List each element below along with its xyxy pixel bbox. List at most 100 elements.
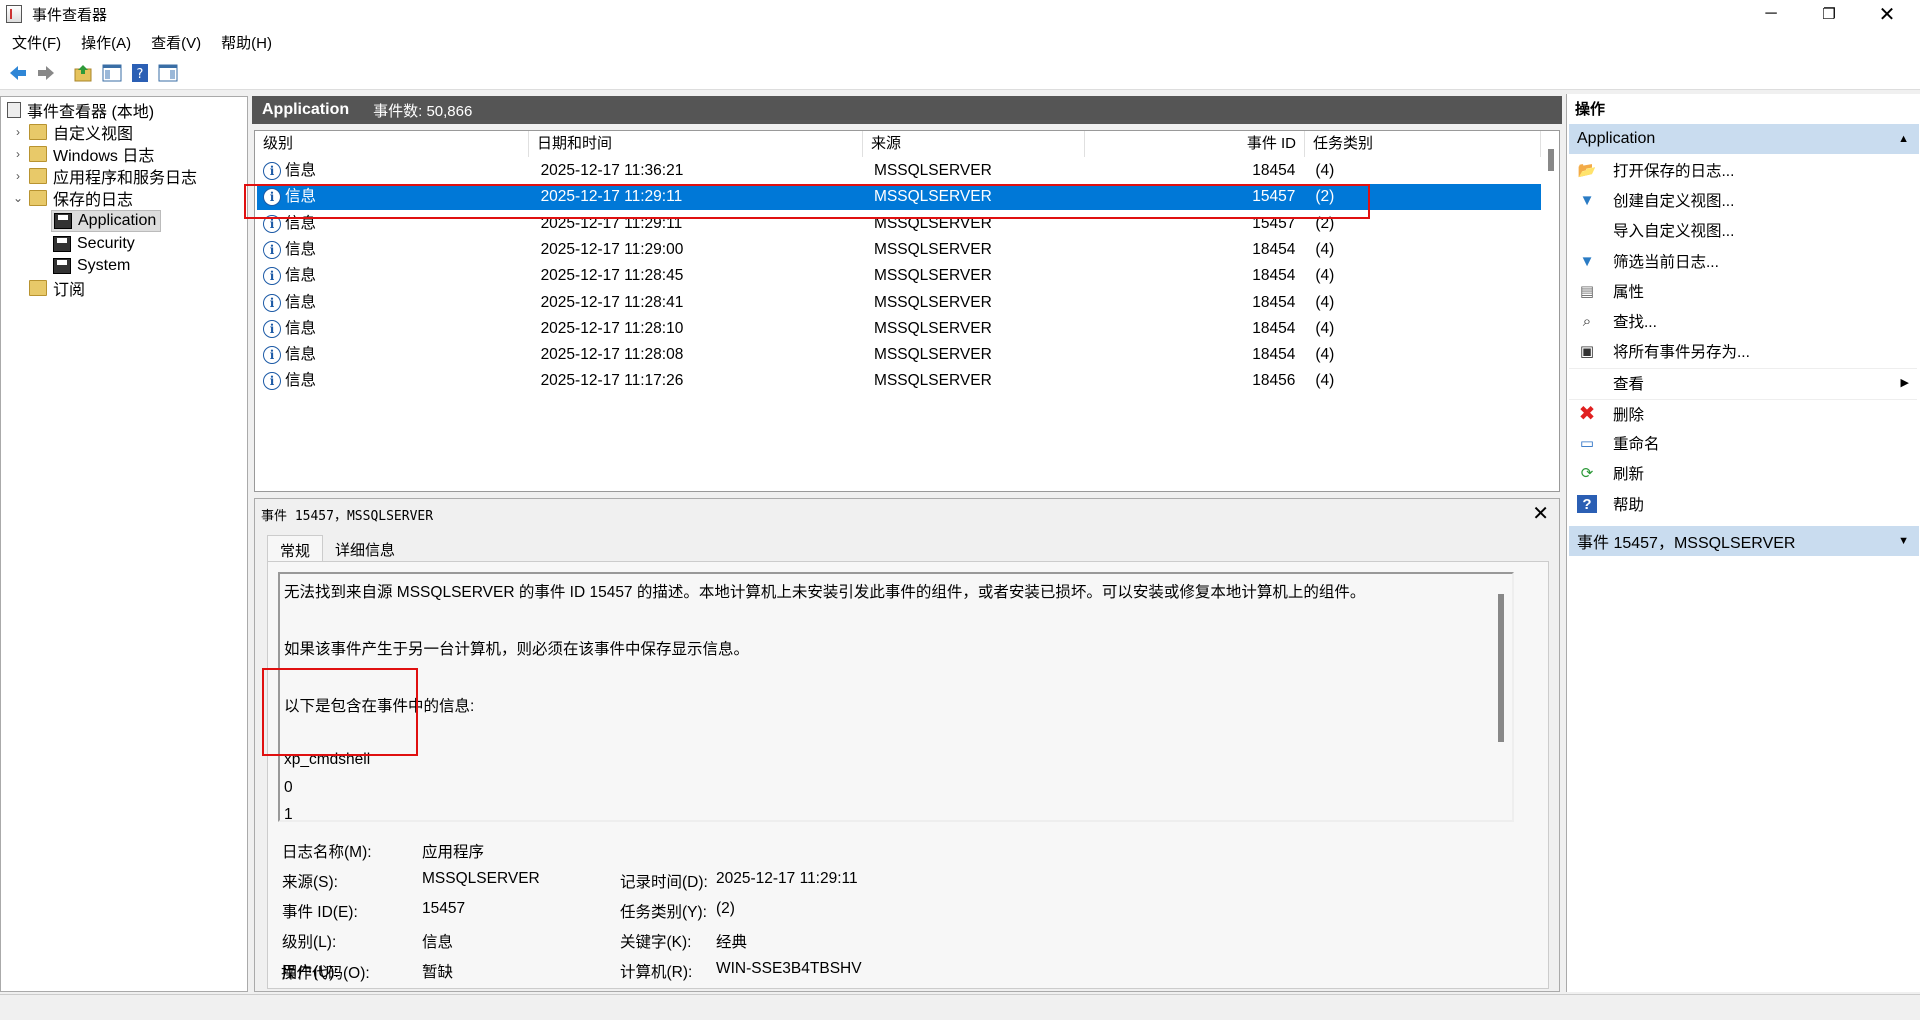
chevron-down-icon[interactable]: ⌄ <box>11 191 25 205</box>
info-icon: i <box>263 214 281 233</box>
column-task-category[interactable]: 任务类别 <box>1305 131 1541 157</box>
action-item[interactable]: ▭ 重命名 <box>1569 429 1917 457</box>
info-icon: i <box>263 188 281 207</box>
forward-icon <box>38 65 54 80</box>
tree-item-application[interactable]: Application <box>51 210 162 232</box>
chevron-down-icon[interactable]: ▼ <box>1898 535 1909 547</box>
chevron-right-icon[interactable]: › <box>11 147 25 161</box>
minimize-button[interactable]: ─ <box>1742 0 1800 28</box>
action-item[interactable]: ✖ 删除 <box>1569 399 1917 427</box>
menu-view[interactable]: 查看(V) <box>151 32 201 53</box>
show-hide-action-button[interactable] <box>156 61 180 85</box>
action-item[interactable]: ▣ 将所有事件另存为... <box>1569 337 1917 365</box>
close-detail-button[interactable]: ✕ <box>1532 501 1549 526</box>
description-scrollbar[interactable] <box>1498 594 1504 742</box>
event-detail-title: 事件 15457，MSSQLSERVER <box>261 509 434 524</box>
table-row[interactable]: i 信息 2025-12-17 11:28:10 MSSQLSERVER 18454 (4… <box>257 316 1541 342</box>
table-row[interactable]: i 信息 2025-12-17 11:28:41 MSSQLSERVER 18454 (4… <box>257 290 1541 316</box>
log-file-icon <box>53 236 71 252</box>
back-button[interactable] <box>6 61 30 85</box>
cell-datetime: 2025-12-17 11:28:41 <box>540 293 684 311</box>
event-viewer-icon <box>7 102 21 118</box>
close-button[interactable]: ✕ <box>1858 0 1916 28</box>
event-list-scrollbar[interactable] <box>1547 141 1555 491</box>
column-level[interactable]: 级别 <box>255 131 529 157</box>
keywords-label: 关键字(K): <box>620 934 692 951</box>
column-datetime[interactable]: 日期和时间 <box>529 131 863 157</box>
tree-item-subscriptions[interactable]: 订阅 <box>25 277 85 299</box>
action-item[interactable]: 📂 打开保存的日志... <box>1569 156 1917 184</box>
folder-up-button[interactable] <box>72 61 96 85</box>
subscription-icon <box>29 280 47 296</box>
menu-action[interactable]: 操作(A) <box>81 32 131 53</box>
svg-text:?: ? <box>137 67 144 82</box>
scrollbar-thumb[interactable] <box>1548 149 1554 171</box>
action-item[interactable]: ▼ 筛选当前日志... <box>1569 247 1917 275</box>
column-source[interactable]: 来源 <box>863 131 1085 157</box>
level-text: 信息 <box>285 267 317 285</box>
event-description[interactable]: 无法找到来自源 MSSQLSERVER 的事件 ID 15457 的描述。本地计… <box>278 572 1514 823</box>
action-item[interactable]: ⌕ 查找... <box>1569 307 1917 335</box>
table-row[interactable]: i 信息 2025-12-17 11:17:26 MSSQLSERVER 18456 (4… <box>257 368 1541 394</box>
level-text: 信息 <box>285 346 317 364</box>
find-icon: ⌕ <box>1582 312 1592 330</box>
action-item[interactable]: ▼ 创建自定义视图... <box>1569 186 1917 214</box>
chevron-up-icon[interactable]: ▲ <box>1898 133 1909 145</box>
action-label: 重命名 <box>1613 436 1660 453</box>
tree-item-windows-logs[interactable]: › Windows 日志 <box>11 143 154 165</box>
title-bar: 事件查看器 ─ ❐ ✕ <box>0 0 1920 28</box>
actions-section-event[interactable]: 事件 15457，MSSQLSERVER ▼ <box>1569 526 1919 556</box>
action-label: 查找... <box>1613 314 1657 331</box>
description-line: 以下是包含在事件中的信息: <box>284 698 475 715</box>
action-item[interactable]: 导入自定义视图... <box>1569 216 1917 244</box>
table-row[interactable]: i 信息 2025-12-17 11:29:00 MSSQLSERVER 18454 (4… <box>257 237 1541 263</box>
filter-icon: ▼ <box>1579 191 1595 209</box>
cell-source: MSSQLSERVER <box>874 372 992 390</box>
event-list: 级别 日期和时间 来源 事件 ID 任务类别 i 信息 2025-12-17 11:… <box>254 130 1560 492</box>
menu-help[interactable]: 帮助(H) <box>221 32 272 53</box>
tree-item-label: System <box>77 257 131 274</box>
cell-datetime: 2025-12-17 11:29:00 <box>540 240 684 258</box>
tree-item-system[interactable]: System <box>51 255 130 277</box>
tree-item-app-service-logs[interactable]: › 应用程序和服务日志 <box>11 165 197 187</box>
save-icon: ▣ <box>1579 343 1595 360</box>
folder-icon <box>29 124 47 140</box>
actions-section-application[interactable]: Application ▲ <box>1569 124 1919 154</box>
source-label: 来源(S): <box>282 874 338 891</box>
action-label: 导入自定义视图... <box>1613 223 1735 240</box>
tree-item-custom-views[interactable]: › 自定义视图 <box>11 121 133 143</box>
action-item[interactable]: 查看 ▶ <box>1569 368 1917 396</box>
forward-button[interactable] <box>34 61 58 85</box>
table-row[interactable]: i 信息 2025-12-17 11:28:08 MSSQLSERVER 18454 (4… <box>257 342 1541 368</box>
cell-id: 18454 <box>1252 293 1296 311</box>
cell-datetime: 2025-12-17 11:29:11 <box>540 214 683 232</box>
log-name: Application <box>262 101 350 118</box>
table-row[interactable]: i 信息 2025-12-17 11:28:45 MSSQLSERVER 18454 (4… <box>257 263 1541 289</box>
tree-item-saved-logs[interactable]: ⌄ 保存的日志 <box>11 187 133 209</box>
column-event-id[interactable]: 事件 ID <box>1085 131 1305 157</box>
action-item[interactable]: ▤ 属性 <box>1569 277 1917 305</box>
help-icon: ? <box>132 63 148 82</box>
computer-label: 计算机(R): <box>620 964 693 981</box>
table-row[interactable]: i 信息 2025-12-17 11:29:11 MSSQLSERVER 15457 (2… <box>257 211 1541 237</box>
chevron-right-icon[interactable]: › <box>11 169 25 183</box>
close-icon: ✕ <box>1878 3 1896 26</box>
chevron-right-icon[interactable]: › <box>11 125 25 139</box>
cell-source: MSSQLSERVER <box>874 346 992 364</box>
tree-item-security[interactable]: Security <box>51 233 135 255</box>
action-label: 帮助 <box>1613 497 1645 514</box>
help-button[interactable]: ? <box>128 61 152 85</box>
cell-level: i 信息 <box>257 158 531 184</box>
table-row[interactable]: i 信息 2025-12-17 11:36:21 MSSQLSERVER 18454 (4… <box>257 158 1541 184</box>
action-item[interactable]: ⟳ 刷新 <box>1569 459 1917 487</box>
event-count: 事件数: 50,866 <box>373 102 473 120</box>
level-text: 信息 <box>285 214 317 232</box>
table-row[interactable]: i 信息 2025-12-17 11:29:11 MSSQLSERVER 15457 (2… <box>257 184 1541 211</box>
description-line: xp_cmdshell <box>284 751 371 768</box>
show-hide-tree-button[interactable] <box>100 61 124 85</box>
tree-item-label: Security <box>77 235 135 252</box>
action-item[interactable]: ? 帮助 <box>1569 490 1917 518</box>
menu-file[interactable]: 文件(F) <box>12 32 61 53</box>
tree-root[interactable]: 事件查看器 (本地) <box>3 99 154 121</box>
restore-button[interactable]: ❐ <box>1800 0 1858 28</box>
